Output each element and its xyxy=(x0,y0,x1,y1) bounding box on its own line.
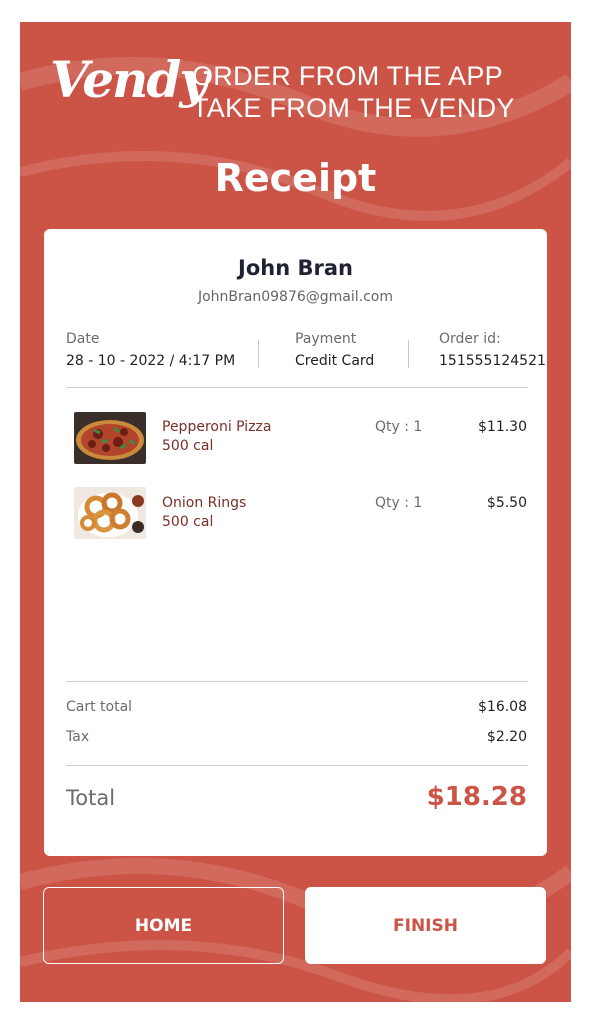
item-name: Pepperoni Pizza xyxy=(162,419,272,435)
divider xyxy=(66,765,528,766)
divider xyxy=(408,340,409,368)
divider xyxy=(66,387,528,388)
total-label: Total xyxy=(66,786,116,810)
page-title: Receipt xyxy=(214,156,377,200)
order-id-label: Order id: xyxy=(439,331,501,347)
home-button[interactable]: HOME xyxy=(43,887,284,964)
tax-value: $2.20 xyxy=(486,729,527,745)
payment-value: Credit Card xyxy=(295,353,375,369)
item-price: $11.30 xyxy=(478,419,527,435)
tax-label: Tax xyxy=(66,729,90,745)
order-id-value: 151555124521 xyxy=(439,353,546,369)
tagline: ORDER FROM THE APP TAKE FROM THE VENDY xyxy=(192,61,515,123)
customer-name: John Bran xyxy=(238,256,353,280)
finish-button[interactable]: FINISH xyxy=(305,887,546,964)
app-screen: Vendy ORDER FROM THE APP TAKE FROM THE V… xyxy=(20,22,571,1002)
onion-rings-image xyxy=(74,487,146,539)
date-label: Date xyxy=(66,331,100,347)
vendy-logo: Vendy xyxy=(50,50,208,109)
item-calories: 500 cal xyxy=(162,438,214,454)
item-name: Onion Rings xyxy=(162,495,247,511)
receipt-card: John Bran JohnBran09876@gmail.com Date 2… xyxy=(44,229,547,856)
customer-email: JohnBran09876@gmail.com xyxy=(197,289,394,305)
cart-total-value: $16.08 xyxy=(478,699,527,715)
item-price: $5.50 xyxy=(486,495,527,511)
payment-label: Payment xyxy=(295,331,357,347)
pizza-image xyxy=(74,412,146,464)
total-value: $18.28 xyxy=(426,782,527,812)
date-value: 28 - 10 - 2022 / 4:17 PM xyxy=(66,353,236,369)
item-quantity: Qty : 1 xyxy=(375,495,423,511)
divider xyxy=(66,681,528,682)
item-quantity: Qty : 1 xyxy=(375,419,423,435)
divider xyxy=(258,340,259,368)
item-calories: 500 cal xyxy=(162,514,214,530)
cart-total-label: Cart total xyxy=(66,699,133,715)
